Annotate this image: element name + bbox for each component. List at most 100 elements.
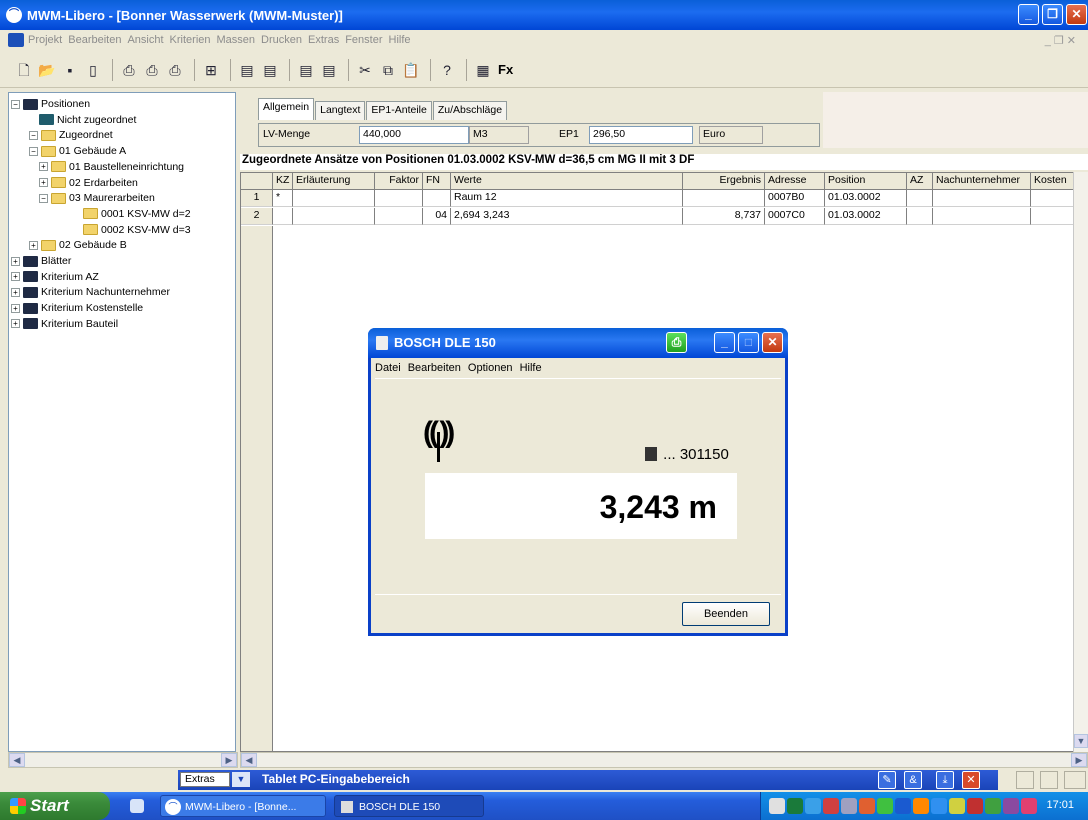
dock-icon[interactable]: ⤓ xyxy=(936,771,954,789)
grid-cell-faktor[interactable] xyxy=(375,190,423,207)
tree-item[interactable]: + Kriterium Nachunternehmer xyxy=(11,284,170,300)
save-icon[interactable]: ▪ xyxy=(60,60,80,80)
tray-icon[interactable] xyxy=(1003,798,1019,814)
lv-menge-field[interactable]: 440,000 xyxy=(359,126,469,144)
help-icon[interactable]: ? xyxy=(437,60,457,80)
export-icon[interactable]: ▤ xyxy=(260,60,280,80)
column-header[interactable]: Position xyxy=(825,173,907,190)
grid-cell-kosten[interactable] xyxy=(1031,190,1073,207)
tree-item[interactable]: + Kriterium Kostenstelle xyxy=(11,300,143,316)
dialog-menu-bearbeiten[interactable]: Bearbeiten xyxy=(408,362,461,374)
grid-cell-adresse[interactable]: 0007B0 xyxy=(765,190,825,207)
menu-projekt[interactable]: Projekt xyxy=(28,34,62,46)
properties-icon[interactable]: ▯ xyxy=(83,60,103,80)
column-header[interactable]: Ergebnis xyxy=(683,173,765,190)
grid-cell-fn[interactable]: 04 xyxy=(423,208,451,225)
scroll-right-icon[interactable]: ▶ xyxy=(1071,753,1087,767)
position-tree[interactable]: − Positionen Nicht zugeordnet − Zugeordnet − 0… xyxy=(8,92,236,752)
grid-cell-az[interactable] xyxy=(907,208,933,225)
tray-icon[interactable] xyxy=(1021,798,1037,814)
tree-item[interactable]: + Blätter xyxy=(11,253,71,269)
column-header[interactable]: Erläuterung xyxy=(293,173,375,190)
grid-cell-position[interactable]: 01.03.0002 xyxy=(825,190,907,207)
beenden-button[interactable]: Beenden xyxy=(682,602,770,626)
copy-icon[interactable]: ⧉ xyxy=(378,60,398,80)
chevron-down-icon[interactable]: ▼ xyxy=(232,772,250,787)
tab-langtext[interactable]: Langtext xyxy=(315,101,366,120)
grid-cell-position[interactable]: 01.03.0002 xyxy=(825,208,907,225)
tray-icon[interactable] xyxy=(859,798,875,814)
tray-icon[interactable] xyxy=(931,798,947,814)
main-title-bar[interactable]: ⌒ MWM-Libero - [Bonner Wasserwerk (MWM-M… xyxy=(0,0,1088,30)
row-number[interactable]: 2 xyxy=(241,208,273,225)
print-setup-icon[interactable]: ⎙ xyxy=(165,60,185,80)
tray-icon[interactable] xyxy=(967,798,983,814)
menu-fenster[interactable]: Fenster xyxy=(345,34,382,46)
extras-dropdown[interactable]: Extras xyxy=(180,772,230,787)
collapse-icon[interactable]: − xyxy=(11,99,20,109)
print-preview-icon[interactable]: ⎙ xyxy=(142,60,162,80)
menu-kriterien[interactable]: Kriterien xyxy=(170,34,211,46)
mdi-controls[interactable]: _ ❐ ✕ xyxy=(1045,34,1076,47)
import-icon[interactable]: ▤ xyxy=(237,60,257,80)
tree-item[interactable]: 0002 KSV-MW d=3 xyxy=(83,222,191,238)
taskbar-button-bosch[interactable]: BOSCH DLE 150 xyxy=(334,795,484,817)
new-icon[interactable]: 🗋 xyxy=(14,60,34,80)
scroll-left-icon[interactable]: ◀ xyxy=(9,753,25,767)
minimize-button[interactable]: _ xyxy=(1018,4,1039,25)
tray-icon[interactable] xyxy=(877,798,893,814)
expand-icon[interactable]: + xyxy=(11,256,20,266)
tray-icon[interactable] xyxy=(787,798,803,814)
tree-item[interactable]: − 03 Maurerarbeiten xyxy=(39,190,155,206)
menu-bearbeiten[interactable]: Bearbeiten xyxy=(68,34,121,46)
expand-icon[interactable]: + xyxy=(11,272,20,282)
document-system-icon[interactable] xyxy=(8,33,24,47)
tray-icon[interactable] xyxy=(769,798,785,814)
menu-extras[interactable]: Extras xyxy=(308,34,339,46)
symbol-icon[interactable]: & xyxy=(904,771,922,789)
column-header[interactable]: Nachunternehmer xyxy=(933,173,1031,190)
grid-cell-fn[interactable] xyxy=(423,190,451,207)
expand-icon[interactable]: + xyxy=(39,162,48,172)
start-button[interactable]: Start xyxy=(0,792,110,820)
tab-ep1-anteile[interactable]: EP1-Anteile xyxy=(366,101,432,120)
open-icon[interactable]: 📂 xyxy=(37,60,57,80)
pen-icon[interactable]: ✎ xyxy=(878,771,896,789)
grid-cell-ergebnis[interactable] xyxy=(683,190,765,207)
column-header[interactable]: Kosten xyxy=(1031,173,1073,190)
grid-cell-kz[interactable] xyxy=(273,208,293,225)
menu-hilfe[interactable]: Hilfe xyxy=(389,34,411,46)
tray-icon[interactable] xyxy=(841,798,857,814)
expand-icon[interactable]: + xyxy=(11,319,20,329)
quick-launch-icon[interactable] xyxy=(130,799,144,813)
dialog-menu-hilfe[interactable]: Hilfe xyxy=(520,362,542,374)
column-header[interactable]: KZ xyxy=(273,173,293,190)
tray-icon[interactable] xyxy=(985,798,1001,814)
tray-icon[interactable] xyxy=(805,798,821,814)
tray-icon[interactable] xyxy=(913,798,929,814)
close-icon[interactable]: ✕ xyxy=(962,771,980,789)
tree-item[interactable]: +02 Gebäude B xyxy=(29,237,127,253)
column-header[interactable]: FN xyxy=(423,173,451,190)
grid-cell-kosten[interactable] xyxy=(1031,208,1073,225)
grid-cell-werte[interactable]: Raum 12 xyxy=(451,190,683,207)
table-icon[interactable]: ⊞ xyxy=(201,60,221,80)
tree-item[interactable]: − Zugeordnet xyxy=(29,127,113,143)
taskbar-button-mwm[interactable]: ⌒ MWM-Libero - [Bonne... xyxy=(160,795,326,817)
calculator-icon[interactable]: ▦ xyxy=(473,60,493,80)
tree-item[interactable]: − Positionen xyxy=(11,96,90,112)
expand-icon[interactable]: + xyxy=(39,178,48,187)
tree-item[interactable]: − 01 Gebäude A xyxy=(29,143,126,159)
column-header[interactable]: Werte xyxy=(451,173,683,190)
grid-cell-nachunternehmer[interactable] xyxy=(933,190,1031,207)
grid-horizontal-scrollbar[interactable]: ◀ ▶ xyxy=(240,752,1088,768)
grid-vertical-scrollbar[interactable]: ▼ xyxy=(1073,172,1088,752)
dialog-title-bar[interactable]: BOSCH DLE 150 ⎙ _ □ ✕ xyxy=(368,328,788,358)
grid-cell-nachunternehmer[interactable] xyxy=(933,208,1031,225)
tray-icon[interactable] xyxy=(823,798,839,814)
grid-cell-erlaeuterung[interactable] xyxy=(293,190,375,207)
tray-icon[interactable] xyxy=(949,798,965,814)
tree-item[interactable]: Nicht zugeordnet xyxy=(39,112,136,128)
tree-horizontal-scrollbar[interactable]: ◀ ▶ xyxy=(8,752,238,768)
grid-cell-az[interactable] xyxy=(907,190,933,207)
